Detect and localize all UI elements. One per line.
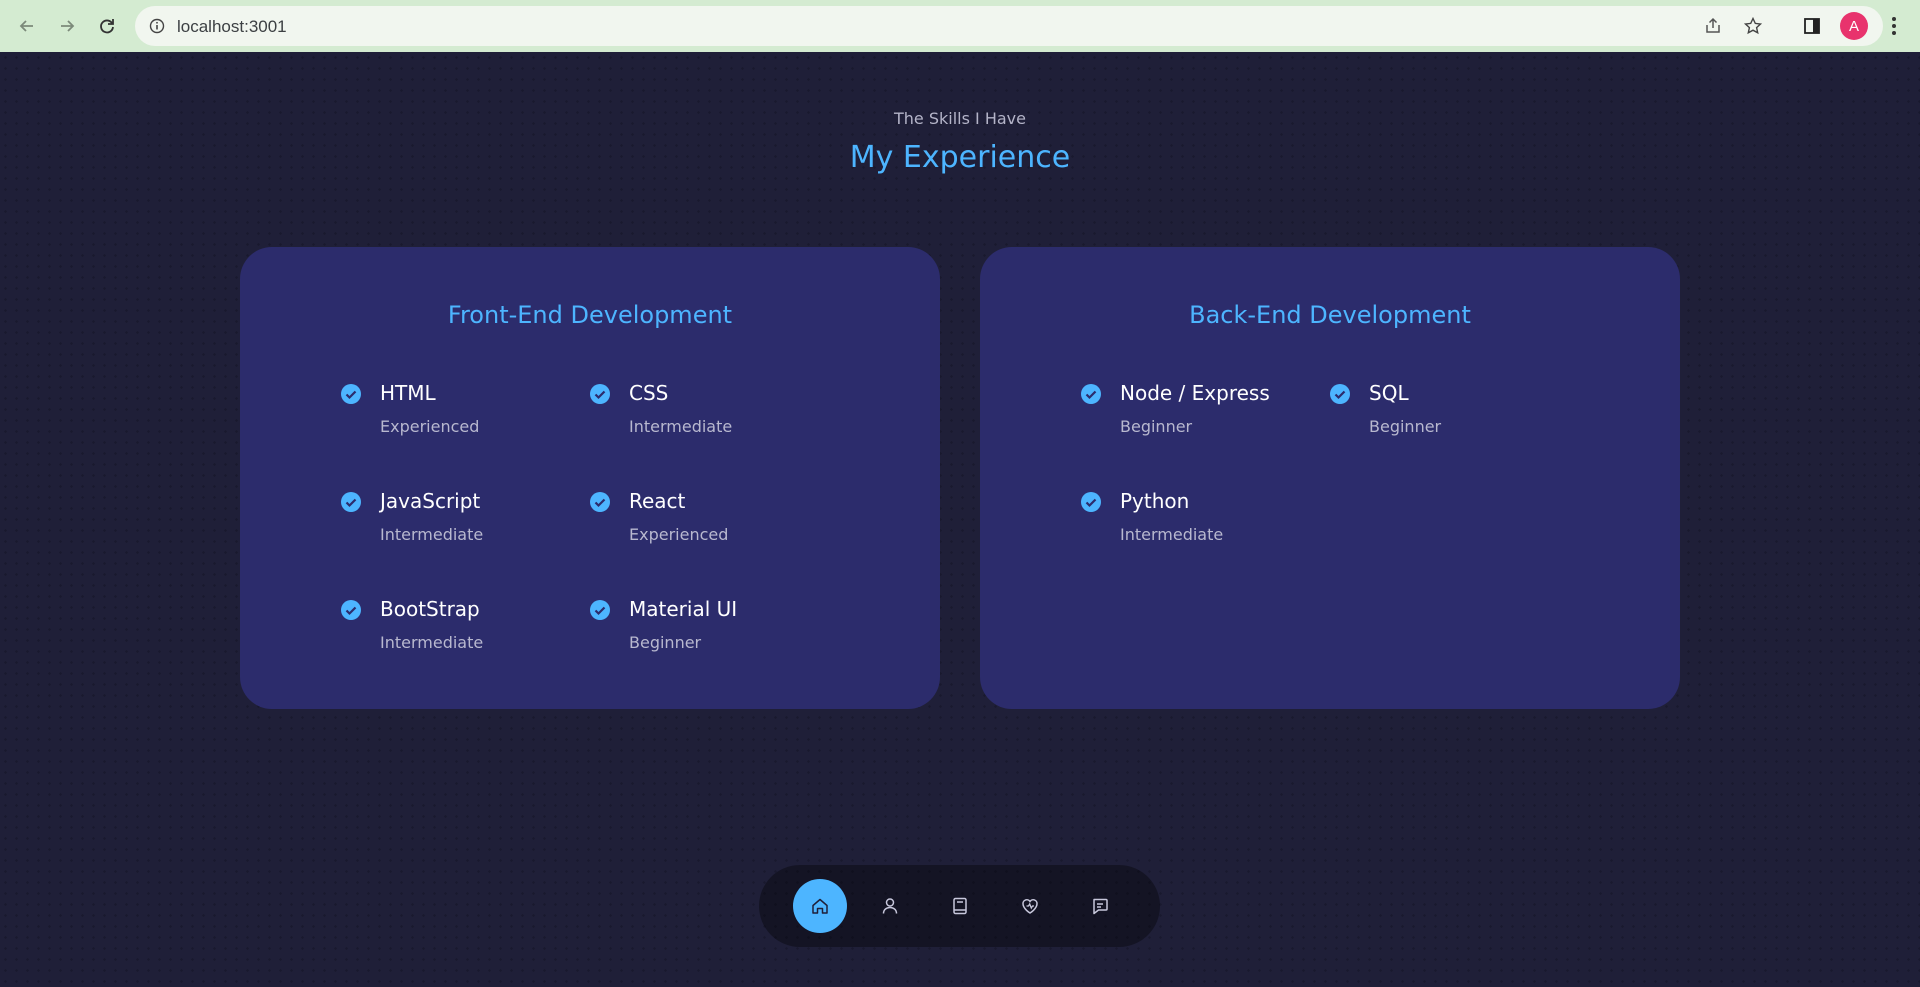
skill-name: SQL	[1369, 381, 1409, 405]
skill-item: SQL Beginner	[1329, 381, 1569, 461]
check-badge-icon	[1330, 384, 1350, 404]
check-badge-icon	[590, 492, 610, 512]
browser-toolbar: localhost:3001 A	[0, 0, 1920, 52]
frontend-card: Front-End Development HTML Experienced C…	[240, 247, 940, 709]
user-icon	[882, 898, 898, 914]
message-icon	[1093, 898, 1108, 915]
skill-level: Experienced	[380, 417, 480, 436]
check-badge-icon	[1081, 384, 1101, 404]
skill-level: Beginner	[1369, 417, 1442, 436]
nav-services[interactable]	[1003, 879, 1057, 933]
nav-contact[interactable]	[1073, 879, 1127, 933]
check-badge-icon	[590, 384, 610, 404]
address-bar[interactable]: localhost:3001	[135, 6, 1883, 46]
skill-level: Intermediate	[380, 525, 484, 544]
reload-icon	[100, 19, 114, 34]
skill-item: CSS Intermediate	[589, 381, 829, 461]
home-icon	[812, 898, 828, 914]
skill-name: Material UI	[629, 597, 738, 621]
share-icon[interactable]	[1703, 16, 1723, 36]
skill-item: JavaScript Intermediate	[340, 489, 580, 569]
skill-name: React	[629, 489, 686, 513]
check-badge-icon	[590, 600, 610, 620]
back-arrow-icon	[19, 20, 33, 32]
experience-section: The Skills I Have My Experience Front-En…	[0, 52, 1920, 987]
skill-item: Node / Express Beginner	[1080, 381, 1320, 461]
skill-level: Beginner	[629, 633, 702, 652]
nav-home[interactable]	[793, 879, 847, 933]
skill-name: HTML	[380, 381, 436, 405]
skill-name: CSS	[629, 381, 669, 405]
side-panel-icon[interactable]	[1802, 16, 1822, 36]
profile-avatar[interactable]: A	[1840, 12, 1868, 40]
skill-level: Experienced	[629, 525, 729, 544]
skill-level: Beginner	[1120, 417, 1193, 436]
check-badge-icon	[341, 600, 361, 620]
skill-name: Node / Express	[1120, 381, 1270, 405]
skill-name: Python	[1120, 489, 1190, 513]
services-icon	[1022, 899, 1038, 914]
nav-experience[interactable]	[933, 879, 987, 933]
forward-button[interactable]	[51, 10, 83, 42]
check-badge-icon	[1081, 492, 1101, 512]
url-text[interactable]: localhost:3001	[177, 17, 287, 37]
forward-arrow-icon	[61, 20, 75, 32]
skill-item: React Experienced	[589, 489, 829, 569]
check-badge-icon	[341, 492, 361, 512]
info-icon[interactable]	[149, 18, 165, 34]
bottom-nav	[759, 865, 1160, 947]
nav-about[interactable]	[863, 879, 917, 933]
reload-button[interactable]	[91, 10, 123, 42]
back-button[interactable]	[11, 10, 43, 42]
skill-level: Intermediate	[380, 633, 484, 652]
card-title: Front-End Development	[447, 301, 733, 329]
skill-level: Intermediate	[1120, 525, 1224, 544]
check-badge-icon	[341, 384, 361, 404]
star-icon[interactable]	[1743, 16, 1763, 36]
skill-item: Python Intermediate	[1080, 489, 1320, 569]
skill-level: Intermediate	[629, 417, 733, 436]
card-title: Back-End Development	[1189, 301, 1471, 329]
book-icon	[953, 897, 967, 915]
backend-card: Back-End Development Node / Express Begi…	[980, 247, 1680, 709]
section-title: My Experience	[849, 140, 1071, 175]
skill-name: BootStrap	[380, 597, 480, 621]
menu-dots-icon[interactable]	[1884, 14, 1904, 38]
skill-item: BootStrap Intermediate	[340, 597, 580, 677]
skill-item: Material UI Beginner	[589, 597, 829, 677]
skill-item: HTML Experienced	[340, 381, 580, 461]
skill-name: JavaScript	[380, 489, 481, 513]
section-subtitle: The Skills I Have	[894, 109, 1026, 128]
